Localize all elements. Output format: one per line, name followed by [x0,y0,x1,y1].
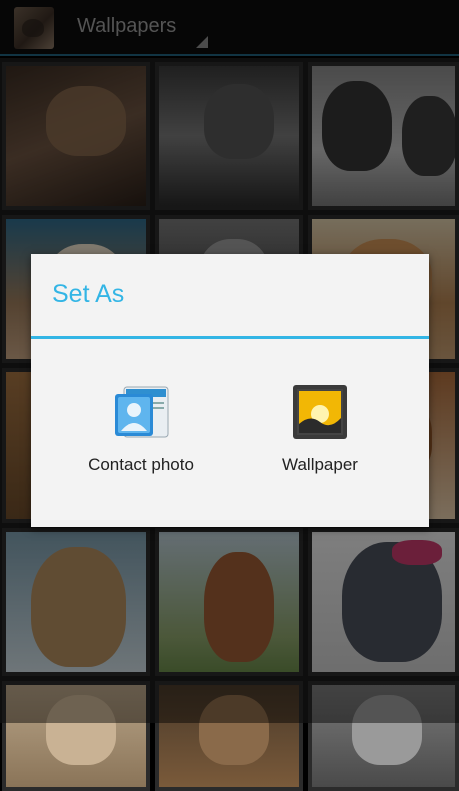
wallpaper-label: Wallpaper [282,455,358,474]
contact-card-icon [112,384,170,444]
wallpaper-image-icon [292,384,348,444]
wallpaper-option[interactable]: Wallpaper [230,379,410,479]
contact-photo-option[interactable]: Contact photo [51,379,231,479]
dialog-title: Set As [52,280,125,308]
set-as-dialog: Set As Contact photo Wallpaper [31,254,429,527]
title-divider [31,336,429,339]
contact-photo-label: Contact photo [88,455,194,474]
